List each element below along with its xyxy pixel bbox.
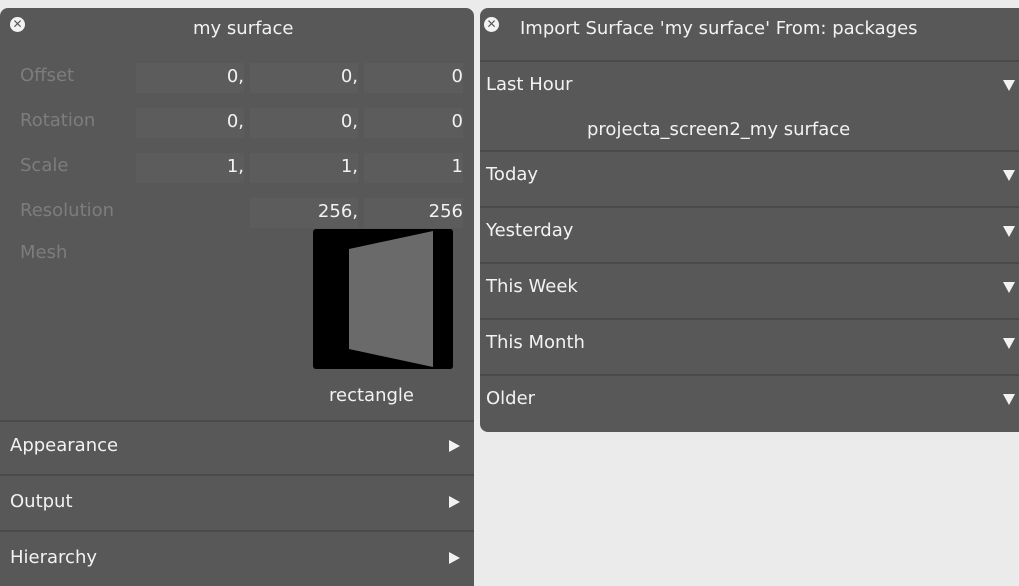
group-last-hour-label: Last Hour [486, 74, 573, 95]
offset-x-field[interactable]: 0, [136, 63, 244, 93]
group-this-month[interactable]: This Month [480, 320, 1019, 374]
group-older[interactable]: Older [480, 376, 1019, 430]
import-panel-titlebar: ✕ Import Surface 'my surface' From: pack… [480, 8, 1019, 60]
close-icon[interactable]: ✕ [484, 17, 499, 32]
surface-panel: ✕ my surface Offset 0, 0, 0 Rotation 0, … [0, 8, 474, 586]
offset-y-field[interactable]: 0, [250, 63, 358, 93]
section-output[interactable]: Output [0, 476, 474, 528]
rotation-z-field[interactable]: 0 [364, 108, 463, 138]
section-hierarchy-label: Hierarchy [10, 547, 98, 568]
group-yesterday-label: Yesterday [486, 220, 574, 241]
surface-panel-titlebar: ✕ my surface [0, 8, 474, 56]
surface-panel-title: my surface [193, 18, 294, 39]
resolution-row: 256, 256 [0, 198, 474, 228]
import-panel-title: Import Surface 'my surface' From: packag… [520, 18, 918, 39]
mesh-name: rectangle [329, 385, 414, 406]
collapse-arrow-icon [1003, 338, 1015, 349]
group-older-label: Older [486, 388, 536, 409]
scale-x-field[interactable]: 1, [136, 153, 244, 183]
offset-z-field[interactable]: 0 [364, 63, 463, 93]
section-hierarchy[interactable]: Hierarchy [0, 532, 474, 584]
section-appearance-label: Appearance [10, 435, 119, 456]
expand-arrow-icon [449, 440, 460, 452]
group-this-week-label: This Week [486, 276, 578, 297]
collapse-arrow-icon [1003, 80, 1015, 91]
scale-y-field[interactable]: 1, [250, 153, 358, 183]
resolution-height-field[interactable]: 256 [364, 198, 463, 228]
expand-arrow-icon [449, 552, 460, 564]
collapse-arrow-icon [1003, 394, 1015, 405]
close-icon[interactable]: ✕ [10, 17, 25, 32]
group-this-week[interactable]: This Week [480, 264, 1019, 318]
rotation-row: 0, 0, 0 [0, 108, 474, 138]
group-today[interactable]: Today [480, 152, 1019, 206]
section-appearance[interactable]: Appearance [0, 420, 474, 472]
expand-arrow-icon [449, 496, 460, 508]
scale-z-field[interactable]: 1 [364, 153, 463, 183]
group-last-hour[interactable]: Last Hour [480, 62, 1019, 116]
rotation-y-field[interactable]: 0, [250, 108, 358, 138]
import-surface-panel: ✕ Import Surface 'my surface' From: pack… [480, 8, 1019, 432]
group-this-month-label: This Month [486, 332, 585, 353]
collapse-arrow-icon [1003, 170, 1015, 181]
group-yesterday[interactable]: Yesterday [480, 208, 1019, 262]
resolution-width-field[interactable]: 256, [250, 198, 358, 228]
collapse-arrow-icon [1003, 226, 1015, 237]
surface-file-item[interactable]: projecta_screen2_my surface [587, 119, 850, 140]
scale-row: 1, 1, 1 [0, 153, 474, 183]
mesh-preview-shape [349, 229, 453, 369]
group-today-label: Today [486, 164, 539, 185]
offset-row: 0, 0, 0 [0, 63, 474, 93]
mesh-preview[interactable] [313, 229, 453, 369]
section-output-label: Output [10, 491, 73, 512]
rotation-x-field[interactable]: 0, [136, 108, 244, 138]
collapse-arrow-icon [1003, 282, 1015, 293]
mesh-label: Mesh [20, 242, 68, 263]
